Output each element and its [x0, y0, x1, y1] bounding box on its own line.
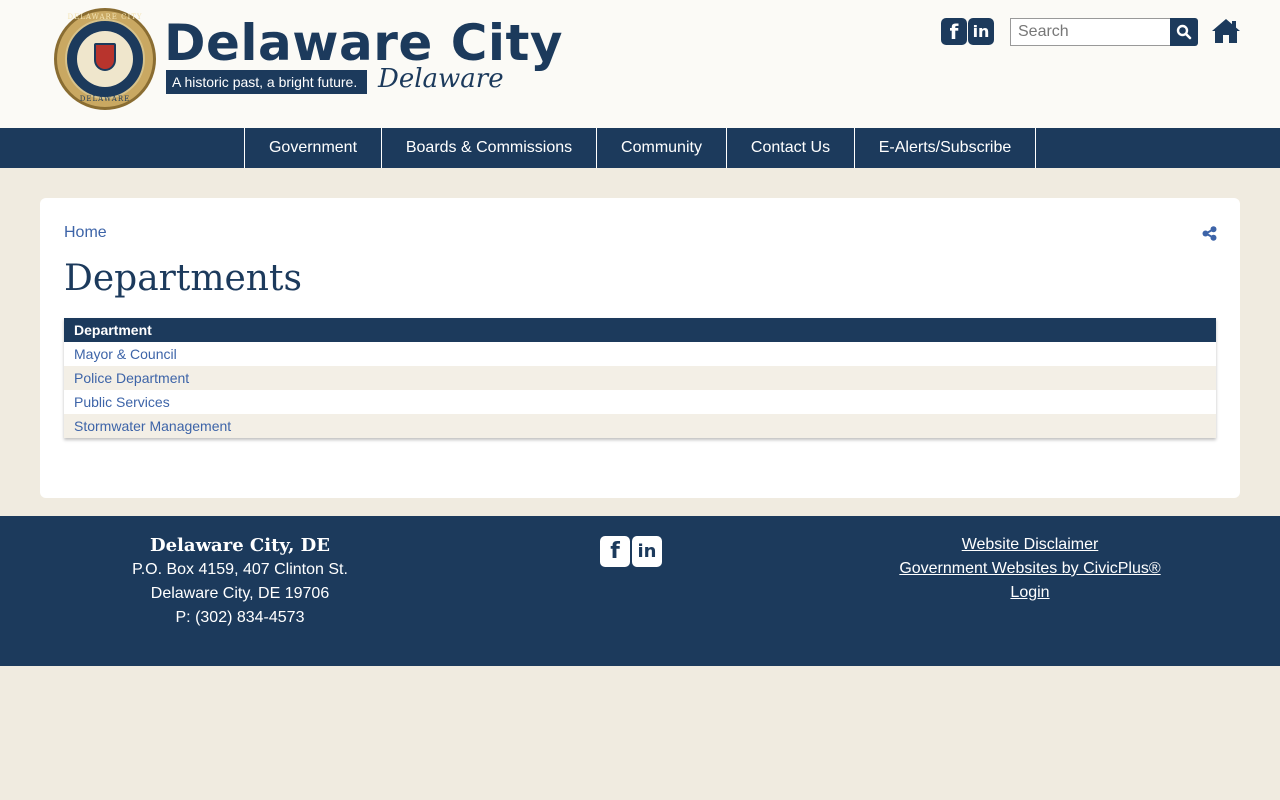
nav-item-contact-us[interactable]: Contact Us [727, 128, 855, 168]
site-tagline: A historic past, a bright future. [166, 70, 367, 94]
linkedin-icon[interactable]: in [968, 18, 994, 45]
search-button[interactable] [1170, 18, 1198, 46]
header-social-links: f in [941, 18, 994, 45]
breadcrumb-home[interactable]: Home [64, 224, 107, 242]
login-link[interactable]: Login [870, 581, 1190, 605]
script-delaware: Delaware [378, 64, 504, 94]
departments-table: Department Mayor & Council Police Depart… [64, 318, 1216, 438]
table-row-link[interactable]: Public Services [64, 390, 1216, 414]
search-icon [1176, 24, 1192, 40]
nav-item-boards-commissions[interactable]: Boards & Commissions [382, 128, 597, 168]
home-icon [1212, 19, 1240, 43]
main-nav: Government Boards & Commissions Communit… [0, 128, 1280, 168]
city-seal-logo[interactable]: DELAWARE CITY DELAWARE [54, 8, 156, 110]
content-card: Home Departments Department Mayor & Coun… [40, 198, 1240, 498]
search-input[interactable] [1010, 18, 1171, 46]
footer-social-links: f in [600, 536, 662, 567]
footer-links: Website Disclaimer Government Websites b… [870, 533, 1190, 605]
table-header-department[interactable]: Department [64, 318, 1216, 342]
page-title: Departments [64, 258, 302, 299]
table-row-link[interactable]: Mayor & Council [64, 342, 1216, 366]
nav-item-community[interactable]: Community [597, 128, 727, 168]
footer-phone: P: (302) 834-4573 [175, 609, 305, 626]
seal-center [77, 31, 133, 87]
site-header: DELAWARE CITY DELAWARE Delaware City A h… [0, 0, 1280, 128]
website-disclaimer-link[interactable]: Website Disclaimer [870, 533, 1190, 557]
civicplus-link[interactable]: Government Websites by CivicPlus® [870, 557, 1190, 581]
nav-item-e-alerts[interactable]: E-Alerts/Subscribe [855, 128, 1036, 168]
nav-item-government[interactable]: Government [245, 128, 382, 168]
facebook-icon[interactable]: f [941, 18, 967, 45]
footer-site-name: Delaware City, DE [150, 535, 330, 556]
share-icon [1202, 226, 1217, 241]
table-row-link[interactable]: Stormwater Management [64, 414, 1216, 438]
seal-ring [65, 19, 145, 99]
table-row-link[interactable]: Police Department [64, 366, 1216, 390]
seal-text-bottom: DELAWARE [79, 95, 131, 103]
nav-list: Government Boards & Commissions Communit… [244, 128, 1036, 168]
home-button[interactable] [1210, 17, 1242, 45]
share-button[interactable] [1202, 226, 1217, 241]
footer-address-line2: Delaware City, DE 19706 [150, 585, 330, 602]
facebook-icon[interactable]: f [600, 536, 630, 567]
footer-contact: Delaware City, DE P.O. Box 4159, 407 Cli… [80, 534, 400, 630]
footer-address-line1: P.O. Box 4159, 407 Clinton St. [132, 561, 348, 578]
site-footer: Delaware City, DE P.O. Box 4159, 407 Cli… [0, 516, 1280, 666]
seal-shield [94, 43, 116, 71]
linkedin-icon[interactable]: in [632, 536, 662, 567]
